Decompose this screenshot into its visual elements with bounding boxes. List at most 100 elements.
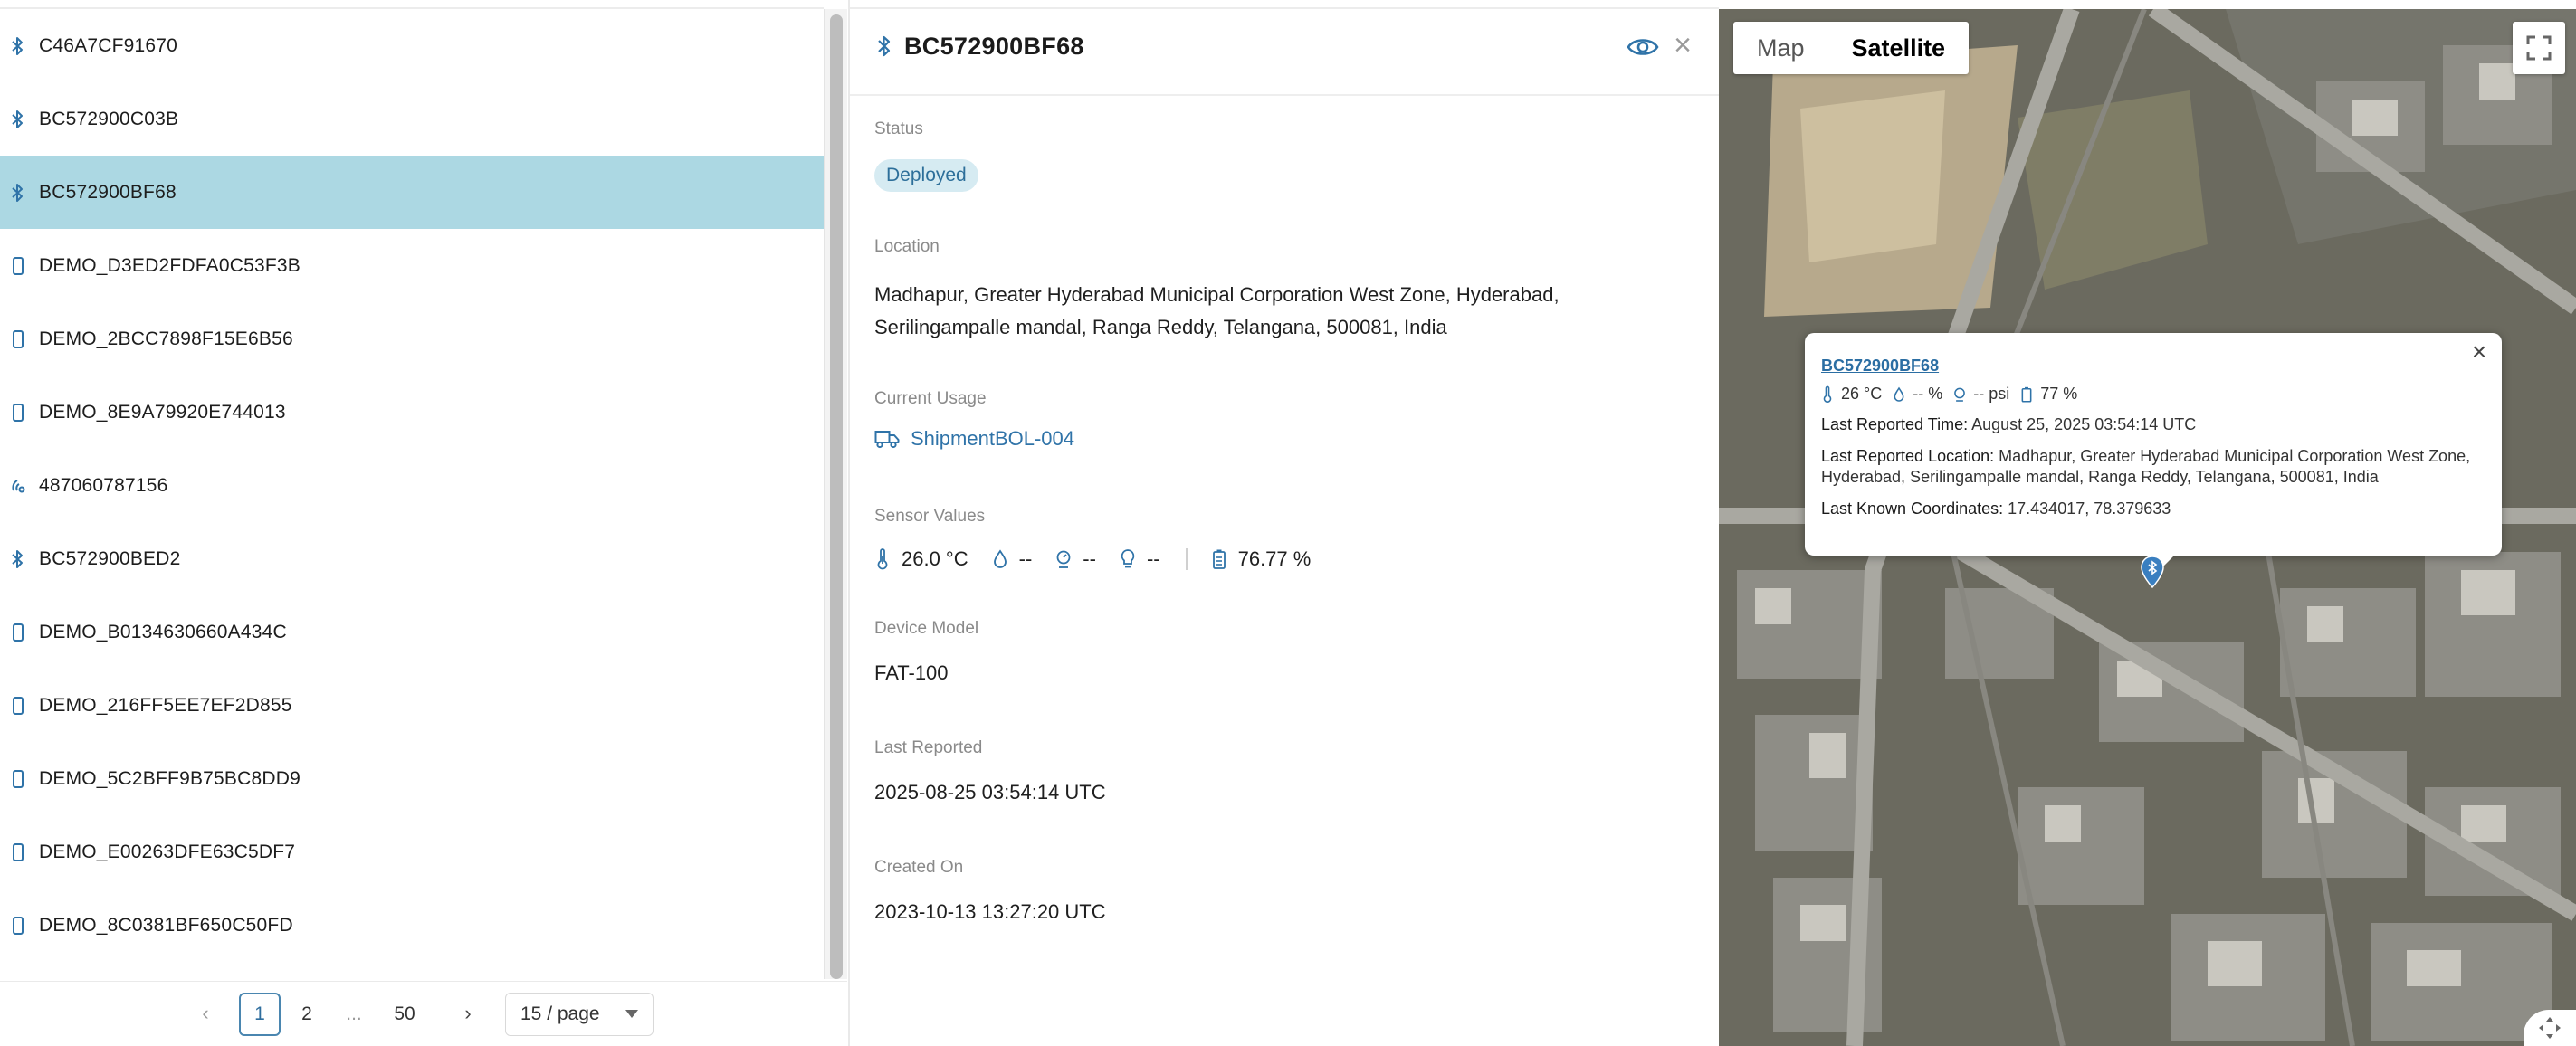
device-list-item[interactable]: BC572900BF68 <box>0 156 824 229</box>
info-window-sensors: 26 °C -- % -- psi 77 % <box>1821 385 2485 404</box>
iw-humidity-value: -- % <box>1913 385 1943 403</box>
bluetooth-icon <box>11 35 25 57</box>
temperature-reading: 26.0 °C <box>874 547 968 571</box>
device-list-item[interactable]: DEMO_2BCC7898F15E6B56 <box>0 302 824 376</box>
device-id-label: BC572900BED2 <box>39 547 181 569</box>
bluetooth-icon <box>11 548 25 570</box>
light-reading: -- <box>1120 547 1160 571</box>
device-id-label: C46A7CF91670 <box>39 34 177 56</box>
iw-pressure: -- psi <box>1953 385 2009 404</box>
bluetooth-icon <box>11 109 25 130</box>
device-list-item[interactable]: DEMO_D3ED2FDFA0C53F3B <box>0 229 824 302</box>
iw-temperature: 26 °C <box>1821 385 1882 404</box>
iw-last-known-coordinates: Last Known Coordinates: 17.434017, 78.37… <box>1821 499 2485 519</box>
satellite-mode-button[interactable]: Satellite <box>1828 22 1970 74</box>
location-line-1: Madhapur, Greater Hyderabad Municipal Co… <box>874 283 1560 306</box>
fullscreen-button[interactable] <box>2513 22 2565 74</box>
light-value: -- <box>1146 547 1160 570</box>
page-size-select[interactable]: 15 / page <box>505 993 654 1036</box>
mobile-device-icon <box>11 328 25 350</box>
truck-icon <box>874 431 900 449</box>
device-id-label: 487060787156 <box>39 474 168 496</box>
device-id-label: BC572900BF68 <box>39 181 177 203</box>
fullscreen-icon <box>2526 35 2552 61</box>
iw-coords-value: 17.434017, 78.379633 <box>2008 499 2171 518</box>
battery-value: 76.77 % <box>1237 547 1312 570</box>
iw-humidity: -- % <box>1893 385 1942 404</box>
iw-battery-value: 77 % <box>2040 385 2078 403</box>
sensor-divider <box>1185 548 1188 570</box>
device-list-item[interactable]: DEMO_8C0381BF650C50FD <box>0 889 824 962</box>
map-view[interactable]: Map Satellite × BC572900BF68 26 °C -- % <box>1719 9 2576 1046</box>
bluetooth-icon <box>878 35 891 57</box>
device-list-item[interactable]: BC572900BED2 <box>0 522 824 595</box>
iw-pressure-value: -- psi <box>1973 385 2010 403</box>
info-window-device-link[interactable]: BC572900BF68 <box>1821 357 2485 376</box>
pressure-gauge-icon <box>1954 387 1966 402</box>
device-list-item[interactable]: DEMO_216FF5EE7EF2D855 <box>0 669 824 742</box>
device-id-label: BC572900C03B <box>39 108 179 129</box>
device-list-item[interactable]: DEMO_E00263DFE63C5DF7 <box>0 815 824 889</box>
chevron-down-icon <box>625 1010 638 1018</box>
page-2-button[interactable]: 2 <box>286 993 328 1036</box>
mobile-device-icon <box>11 622 25 643</box>
device-id-label: DEMO_5C2BFF9B75BC8DD9 <box>39 767 301 789</box>
prev-page-button[interactable]: ‹ <box>192 1000 219 1027</box>
created-on-label: Created On <box>874 858 964 877</box>
created-on-value: 2023-10-13 13:27:20 UTC <box>874 900 1106 923</box>
droplet-icon <box>1894 386 1904 402</box>
last-reported-label: Last Reported <box>874 738 983 757</box>
detail-top-divider <box>850 0 1719 9</box>
location-value: Madhapur, Greater Hyderabad Municipal Co… <box>874 279 1560 344</box>
device-list-scrollbar[interactable] <box>824 9 847 979</box>
status-label: Status <box>874 119 923 138</box>
battery-reading: 76.77 % <box>1211 547 1312 571</box>
sensor-values-label: Sensor Values <box>874 507 986 526</box>
device-id-label: DEMO_8C0381BF650C50FD <box>39 914 293 936</box>
humidity-value: -- <box>1018 547 1033 570</box>
device-list-item[interactable]: DEMO_B0134630660A434C <box>0 595 824 669</box>
device-map-marker[interactable] <box>2141 556 2164 588</box>
device-list-item[interactable]: 487060787156 <box>0 449 824 522</box>
sensor-values: 26.0 °C -- -- -- 76.77 % <box>874 543 1334 575</box>
page-1-button[interactable]: 1 <box>239 993 281 1036</box>
shipment-link[interactable]: ShipmentBOL-004 <box>874 427 1074 451</box>
pressure-gauge-icon <box>1056 550 1071 568</box>
device-list-item[interactable]: DEMO_8E9A79920E744013 <box>0 376 824 449</box>
next-page-button[interactable]: › <box>454 1000 482 1027</box>
pagination: ‹ 1 2 ... 50 › 15 / page <box>0 981 847 1046</box>
info-window-close-button[interactable]: × <box>2467 339 2491 365</box>
map-mode-button[interactable]: Map <box>1733 22 1828 74</box>
device-id-label: DEMO_2BCC7898F15E6B56 <box>39 328 293 349</box>
battery-icon <box>1212 549 1226 569</box>
temperature-value: 26.0 °C <box>902 547 968 570</box>
eye-icon[interactable] <box>1627 34 1659 60</box>
device-list-item[interactable]: C46A7CF91670 <box>0 9 824 82</box>
device-list-item[interactable]: BC572900C03B <box>0 82 824 156</box>
iw-temperature-value: 26 °C <box>1841 385 1883 403</box>
iw-time-label: Last Reported Time: <box>1821 415 1969 433</box>
mobile-device-icon <box>11 695 25 717</box>
page-50-button[interactable]: 50 <box>384 993 425 1036</box>
shipment-link-label: ShipmentBOL-004 <box>911 427 1074 450</box>
bluetooth-icon <box>11 182 25 204</box>
battery-icon <box>2021 386 2032 403</box>
device-detail-panel: BC572900BF68 × Status Deployed Location … <box>848 0 1719 1046</box>
iw-battery: 77 % <box>2020 385 2077 404</box>
pagination-ellipsis[interactable]: ... <box>340 993 367 1036</box>
mobile-device-icon <box>11 255 25 277</box>
droplet-icon <box>993 549 1007 568</box>
humidity-reading: -- <box>992 547 1033 571</box>
status-badge: Deployed <box>874 159 978 192</box>
device-model-value: FAT-100 <box>874 661 949 684</box>
mobile-device-icon <box>11 915 25 937</box>
iw-last-reported-location: Last Reported Location: Madhapur, Greate… <box>1821 446 2485 488</box>
map-info-window: × BC572900BF68 26 °C -- % -- psi 77 % La… <box>1805 333 2502 568</box>
device-id-label: DEMO_B0134630660A434C <box>39 621 287 642</box>
thermometer-icon <box>1823 385 1832 403</box>
device-list-item[interactable]: DEMO_5C2BFF9B75BC8DD9 <box>0 742 824 815</box>
close-panel-button[interactable]: × <box>1668 30 1697 61</box>
map-camera-control[interactable] <box>2524 1010 2576 1046</box>
scrollbar-thumb[interactable] <box>830 14 843 979</box>
lightbulb-icon <box>1121 549 1135 568</box>
